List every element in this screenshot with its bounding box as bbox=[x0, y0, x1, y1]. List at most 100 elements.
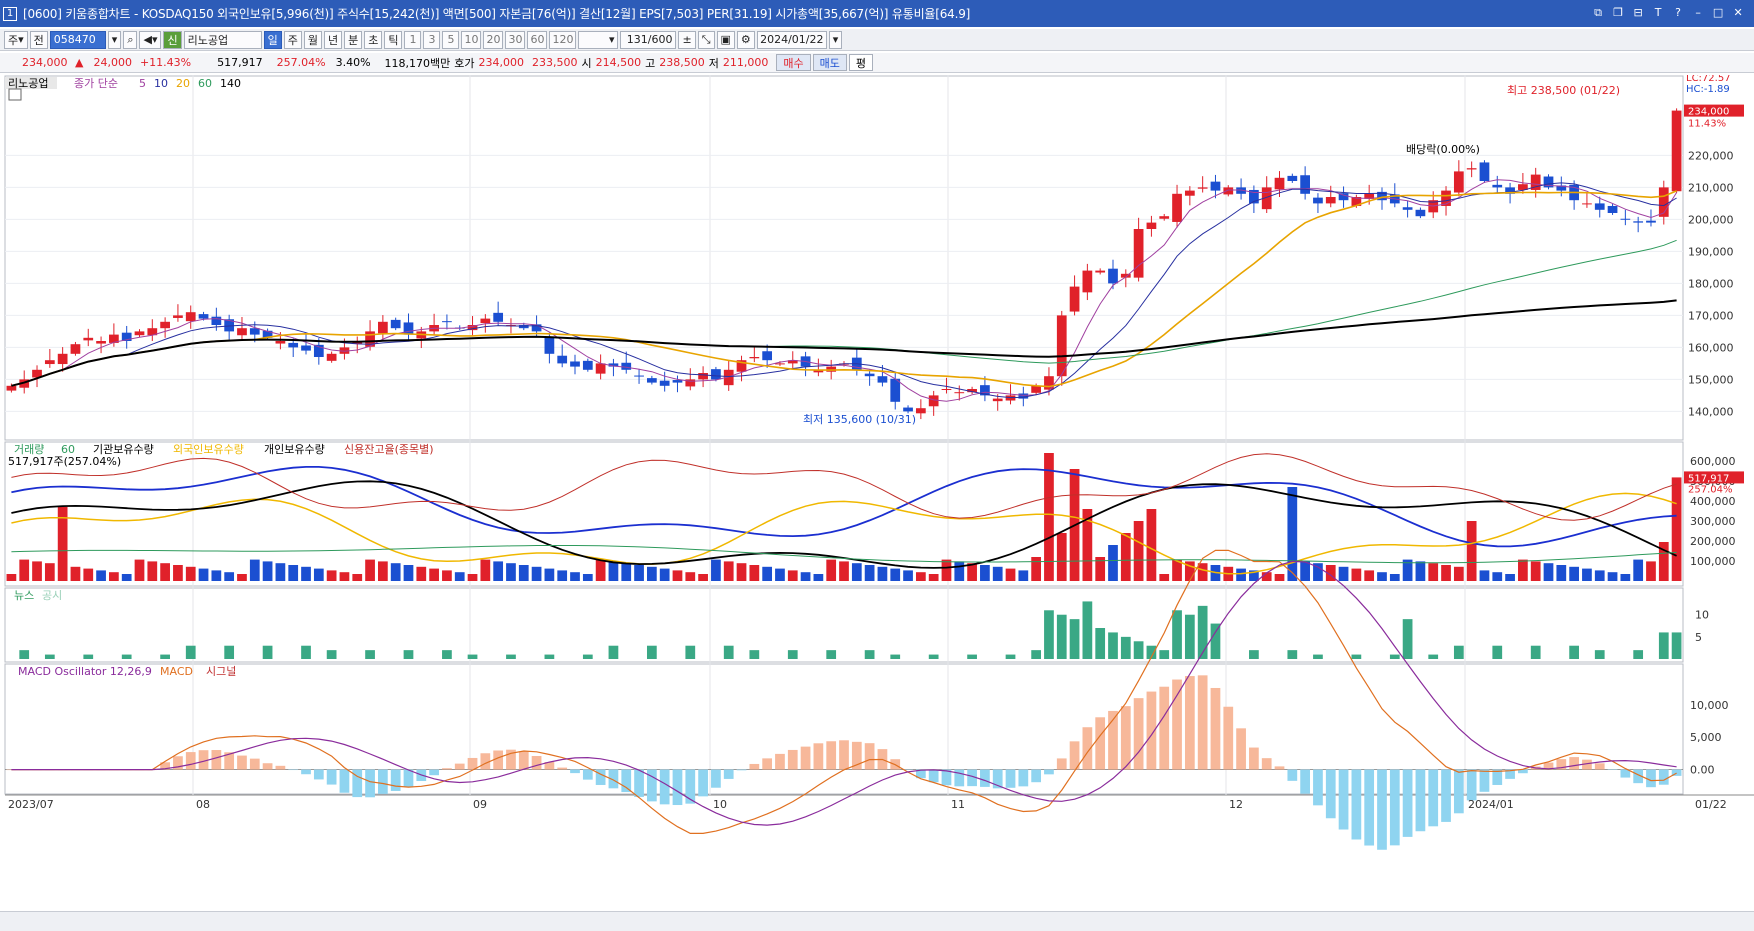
buy-button[interactable]: 매수 bbox=[776, 54, 811, 71]
interval-select[interactable]: ▾ bbox=[578, 30, 619, 49]
date-dropdown-icon[interactable]: ▾ bbox=[828, 30, 843, 49]
minute-30[interactable]: 30 bbox=[505, 30, 526, 49]
macd-osc-bar bbox=[1236, 728, 1246, 770]
candle-body bbox=[83, 337, 94, 341]
volume-bar bbox=[237, 574, 247, 581]
gear-icon[interactable]: ⚙ bbox=[736, 30, 755, 49]
macd-osc-bar bbox=[1351, 769, 1362, 840]
news-bar bbox=[1005, 654, 1016, 659]
volume-bar bbox=[288, 565, 299, 581]
volume-bar bbox=[749, 565, 760, 581]
macd-osc-bar bbox=[685, 769, 696, 804]
help-icon[interactable]: ? bbox=[1670, 5, 1686, 20]
market-select[interactable]: 주 ▾ bbox=[4, 30, 28, 49]
volume-bar bbox=[1530, 561, 1541, 581]
x-tick-label: 09 bbox=[473, 798, 487, 811]
close-icon[interactable]: ✕ bbox=[1730, 5, 1746, 20]
minimize-icon[interactable]: – bbox=[1690, 5, 1706, 20]
candle-body bbox=[275, 341, 286, 344]
chart-area[interactable]: 2023/07 08 09 10 11 12 2024/01 01/22 140,000 150,… bbox=[0, 75, 1754, 911]
news-bar bbox=[864, 650, 875, 659]
candle-body bbox=[1184, 190, 1195, 196]
news-bar bbox=[121, 654, 132, 659]
avg-button[interactable]: 평 bbox=[848, 54, 874, 71]
copy-icon[interactable]: ❐ bbox=[1610, 5, 1626, 20]
candle-body bbox=[1172, 193, 1182, 222]
volume-bar bbox=[301, 566, 311, 581]
stock-code-input[interactable]: 058470 bbox=[49, 30, 106, 49]
macd-osc-bar bbox=[800, 746, 811, 770]
minute-1[interactable]: 1 bbox=[404, 30, 422, 49]
search-icon[interactable]: ⌕ bbox=[123, 30, 138, 49]
news-bar bbox=[1492, 645, 1503, 659]
period-month[interactable]: 월 bbox=[303, 30, 322, 49]
volume-bar bbox=[1287, 487, 1298, 581]
news-bar bbox=[749, 650, 760, 659]
save-icon[interactable]: ▣ bbox=[716, 30, 735, 49]
candle-body bbox=[160, 321, 170, 329]
volume-bar bbox=[173, 565, 183, 581]
volume-bar bbox=[570, 572, 580, 581]
volume-bar bbox=[1300, 561, 1310, 581]
link-icon[interactable]: ⧉ bbox=[1590, 5, 1606, 20]
maximize-icon[interactable]: □ bbox=[1710, 5, 1726, 20]
stock-name-field[interactable]: 리노공업 bbox=[183, 30, 262, 49]
news-bar bbox=[1197, 605, 1208, 659]
news-bar bbox=[262, 645, 273, 659]
minute-10[interactable]: 10 bbox=[461, 30, 482, 49]
zoom-icon[interactable]: ⤡ bbox=[697, 30, 715, 49]
candle-body bbox=[1274, 177, 1285, 190]
speaker-icon[interactable]: ◀▾ bbox=[139, 30, 162, 49]
high-price: 238,500 bbox=[659, 56, 705, 69]
window-number: 1 bbox=[3, 6, 17, 21]
minute-3[interactable]: 3 bbox=[423, 30, 441, 49]
candle-body bbox=[1133, 229, 1144, 278]
period-year[interactable]: 년 bbox=[323, 30, 343, 49]
count-field[interactable]: 131/600 bbox=[620, 30, 677, 49]
period-minute[interactable]: 분 bbox=[344, 30, 363, 49]
volume-bar bbox=[1018, 570, 1029, 581]
macd-y-tick: 5,000 bbox=[1690, 731, 1722, 744]
volume-bar bbox=[608, 561, 619, 581]
period-week[interactable]: 주 bbox=[283, 30, 302, 49]
news-bar bbox=[1313, 654, 1323, 659]
low-price: 211,000 bbox=[722, 56, 769, 69]
last-vol-label: 517,917 bbox=[1688, 473, 1729, 484]
candle-body bbox=[1044, 376, 1054, 390]
window-title: [0600] 키움종합차트 - KOSDAQ150 외국인보유[5,996(천)… bbox=[23, 7, 971, 21]
price-y-tick: 170,000 bbox=[1688, 309, 1734, 322]
chart-scrollbar[interactable] bbox=[0, 911, 1754, 931]
macd-osc-bar bbox=[1044, 769, 1054, 775]
volume-ratio: 257.04% bbox=[276, 56, 326, 69]
volume-bar bbox=[249, 559, 260, 581]
stock-code: 058470 bbox=[53, 33, 96, 46]
minute-5[interactable]: 5 bbox=[442, 30, 460, 49]
pin-icon[interactable]: ⊟ bbox=[1630, 5, 1646, 20]
macd-osc-legend: MACD Oscillator 12,26,9 bbox=[18, 665, 152, 678]
news-y-tick: 10 bbox=[1695, 609, 1709, 622]
font-icon[interactable]: T bbox=[1650, 5, 1666, 20]
plus-minus-icon[interactable]: ± bbox=[678, 30, 696, 49]
code-dropdown-icon[interactable]: ▾ bbox=[107, 30, 122, 49]
candle-body bbox=[1031, 385, 1042, 393]
volume-bar bbox=[313, 568, 324, 581]
period-tick[interactable]: 틱 bbox=[384, 30, 403, 49]
macd-osc-bar bbox=[1300, 769, 1310, 794]
period-day[interactable]: 일 bbox=[263, 30, 282, 49]
window-controls: ⧉ ❐ ⊟ T ? – □ ✕ bbox=[1590, 5, 1746, 20]
x-tick-label: 11 bbox=[951, 798, 965, 811]
window-title-bar[interactable]: 1 [0600] 키움종합차트 - KOSDAQ150 외국인보유[5,996(… bbox=[0, 0, 1754, 27]
minute-60[interactable]: 60 bbox=[527, 30, 548, 49]
minute-20[interactable]: 20 bbox=[483, 30, 504, 49]
candle-body bbox=[1300, 175, 1310, 194]
low-label: 저 bbox=[708, 56, 719, 70]
macd-osc-bar bbox=[313, 769, 324, 780]
minute-120[interactable]: 120 bbox=[549, 30, 577, 49]
macd-osc-bar bbox=[1287, 769, 1298, 781]
sell-button[interactable]: 매도 bbox=[812, 54, 847, 71]
period-second[interactable]: 초 bbox=[364, 30, 383, 49]
macd-osc-bar bbox=[429, 769, 439, 776]
date-field[interactable]: 2024/01/22 bbox=[756, 30, 827, 49]
volume-bar bbox=[826, 559, 837, 581]
all-button[interactable]: 전 bbox=[29, 30, 48, 49]
